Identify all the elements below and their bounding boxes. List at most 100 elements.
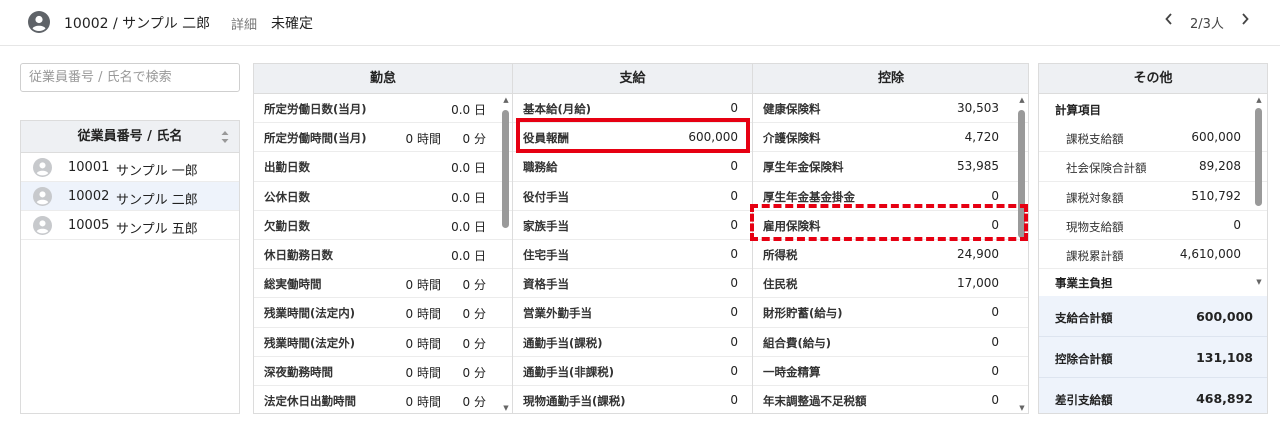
- deduction-value[interactable]: 0: [991, 305, 999, 319]
- deduction-value[interactable]: 4,720: [965, 130, 999, 144]
- attendance-value[interactable]: 0.0 日: [451, 247, 486, 264]
- attendance-row: 所定労働時間(当月) 0 時間 0 分: [254, 123, 512, 153]
- attendance-row: 所定労働日数(当月) 0.0 日: [254, 94, 512, 124]
- deduction-value[interactable]: 53,985: [957, 159, 999, 173]
- attendance-scroll-thumb[interactable]: [502, 110, 509, 228]
- employee-row[interactable]: 10002 サンプル 二郎: [21, 182, 239, 211]
- scroll-up-icon[interactable]: ▲: [502, 96, 510, 104]
- attendance-label: 残業時間(法定内): [264, 306, 356, 321]
- employee-search-input[interactable]: [20, 63, 240, 92]
- pager-count: 2/3人: [1190, 17, 1224, 32]
- payment-value[interactable]: 0: [730, 101, 738, 115]
- sort-icon[interactable]: [220, 128, 230, 146]
- user-avatar-icon: [28, 11, 50, 33]
- deduction-label: 組合費(給与): [763, 335, 832, 350]
- attendance-label: 法定休日出勤時間: [264, 393, 356, 408]
- payment-value[interactable]: 0: [730, 218, 738, 232]
- payment-row: 家族手当 0: [513, 211, 752, 240]
- payment-value[interactable]: 0: [730, 335, 738, 349]
- attendance-value[interactable]: 0.0 日: [451, 159, 486, 176]
- attendance-row: 公休日数 0.0 日: [254, 182, 512, 211]
- deductions-header: 控除: [753, 64, 1028, 94]
- employee-row[interactable]: 10005 サンプル 五郎: [21, 211, 239, 240]
- attendance-row: 深夜勤務時間 0 時間 0 分: [254, 357, 512, 386]
- calc-value: 510,792: [1191, 188, 1241, 203]
- employee-list-header[interactable]: 従業員番号 / 氏名: [21, 121, 239, 153]
- deduction-value[interactable]: 30,503: [957, 101, 999, 115]
- employee-id: 10005: [68, 218, 110, 233]
- attendance-hours[interactable]: 0 時間: [406, 335, 441, 352]
- payment-row: 現物通勤手当(課税) 0: [513, 386, 752, 413]
- scroll-down-icon[interactable]: ▼: [1255, 278, 1263, 286]
- deduction-label: 健康保険料: [763, 102, 821, 116]
- payment-row: 役付手当 0: [513, 182, 752, 211]
- attendance-minutes[interactable]: 0 分: [463, 276, 486, 293]
- deduction-value[interactable]: 0: [991, 364, 999, 378]
- deduction-label: 一時金精算: [763, 364, 821, 379]
- employee-row[interactable]: 10001 サンプル 一郎: [21, 153, 239, 182]
- calc-section-title: 計算項目: [1055, 103, 1101, 117]
- other-scrollbar[interactable]: [1255, 106, 1262, 276]
- deduction-value[interactable]: 0: [991, 189, 999, 203]
- deduction-value[interactable]: 0: [991, 393, 999, 407]
- scroll-down-icon[interactable]: ▼: [502, 404, 510, 412]
- payment-value[interactable]: 0: [730, 276, 738, 290]
- payment-value[interactable]: 0: [730, 159, 738, 173]
- deduction-value[interactable]: 24,900: [957, 247, 999, 261]
- attendance-minutes[interactable]: 0 分: [463, 305, 486, 322]
- user-avatar-icon: [33, 187, 52, 206]
- chevron-right-icon[interactable]: [1236, 12, 1254, 32]
- payment-value[interactable]: 0: [730, 393, 738, 407]
- calc-label: 現物支給額: [1066, 219, 1124, 234]
- employee-id: 10001: [68, 160, 110, 175]
- attendance-value[interactable]: 0.0 日: [451, 189, 486, 206]
- attendance-value[interactable]: 0.0 日: [451, 101, 486, 118]
- attendance-minutes[interactable]: 0 分: [463, 335, 486, 352]
- attendance-row: 残業時間(法定外) 0 時間 0 分: [254, 328, 512, 357]
- attendance-minutes[interactable]: 0 分: [463, 130, 486, 147]
- payment-label: 営業外勤手当: [523, 306, 592, 321]
- attendance-minutes[interactable]: 0 分: [463, 364, 486, 381]
- other-scroll-thumb[interactable]: [1255, 108, 1262, 206]
- deduction-label: 厚生年金基金掛金: [763, 189, 855, 204]
- calc-row: 社会保険合計額 89,208: [1039, 152, 1267, 182]
- chevron-left-icon[interactable]: [1160, 12, 1178, 32]
- payment-value[interactable]: 0: [730, 364, 738, 378]
- employee-name: サンプル 二郎: [116, 193, 198, 208]
- attendance-row: 出勤日数 0.0 日: [254, 152, 512, 182]
- attendance-hours[interactable]: 0 時間: [406, 305, 441, 322]
- attendance-value[interactable]: 0.0 日: [451, 218, 486, 235]
- calc-label: 課税支給額: [1066, 132, 1124, 146]
- deductions-scrollbar[interactable]: [1018, 106, 1025, 402]
- scroll-up-icon[interactable]: ▲: [1255, 96, 1263, 104]
- calc-value: 600,000: [1191, 130, 1241, 144]
- payment-value[interactable]: 0: [730, 189, 738, 203]
- attendance-scrollbar[interactable]: [502, 106, 509, 402]
- total-value: 600,000: [1196, 309, 1253, 325]
- attendance-hours[interactable]: 0 時間: [406, 393, 441, 410]
- payment-label: 役付手当: [523, 189, 569, 204]
- total-row: 支給合計額 600,000: [1039, 296, 1267, 338]
- attendance-hours[interactable]: 0 時間: [406, 364, 441, 381]
- attendance-label: 欠勤日数: [264, 218, 310, 233]
- payment-value[interactable]: 0: [730, 305, 738, 319]
- scroll-up-icon[interactable]: ▲: [1018, 96, 1026, 104]
- attendance-minutes[interactable]: 0 分: [463, 393, 486, 410]
- payment-value[interactable]: 0: [730, 247, 738, 261]
- deduction-label: 住民税: [763, 277, 798, 292]
- employee-list-header-label: 従業員番号 / 氏名: [77, 129, 183, 144]
- attendance-hours[interactable]: 0 時間: [406, 276, 441, 293]
- deduction-row: 所得税 24,900: [753, 240, 1028, 270]
- scroll-down-icon[interactable]: ▼: [1018, 404, 1026, 412]
- attendance-header: 勤怠: [254, 64, 512, 94]
- attendance-label: 深夜勤務時間: [264, 364, 333, 379]
- attendance-row: 欠勤日数 0.0 日: [254, 211, 512, 240]
- deduction-value[interactable]: 0: [991, 335, 999, 349]
- deduction-value[interactable]: 17,000: [957, 276, 999, 290]
- page-header: 10002 / サンプル 二郎 詳細 未確定 2/3人: [0, 0, 1280, 46]
- attendance-hours[interactable]: 0 時間: [406, 130, 441, 147]
- payment-row: 通勤手当(非課税) 0: [513, 357, 752, 386]
- detail-label[interactable]: 詳細: [231, 14, 257, 33]
- payment-label: 職務給: [523, 160, 558, 175]
- calc-label: 課税対象額: [1066, 190, 1124, 205]
